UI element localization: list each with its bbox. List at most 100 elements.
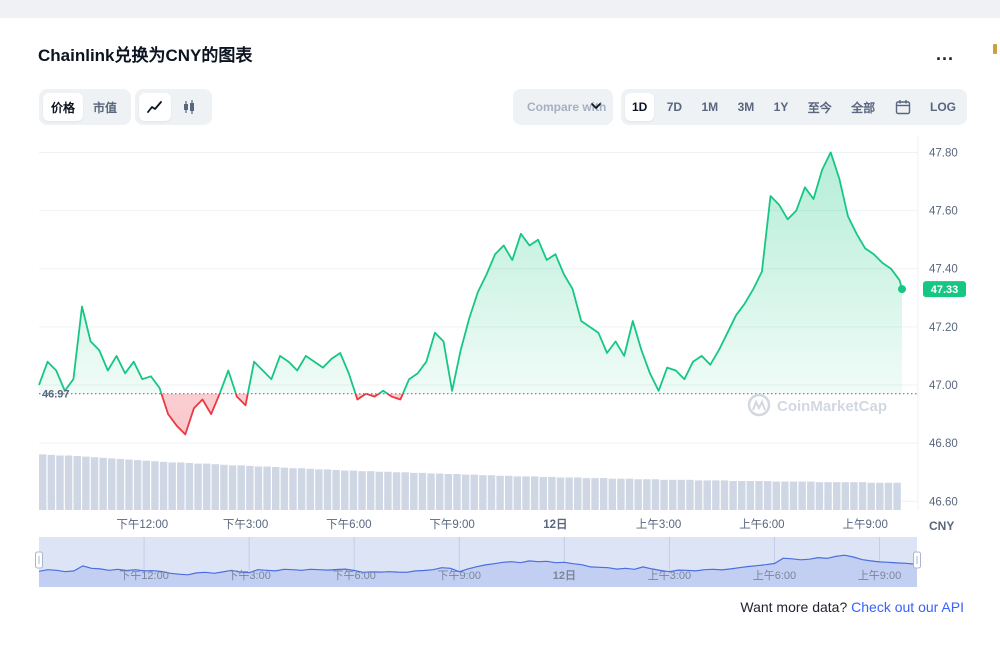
volume-bar [116, 458, 125, 510]
volume-bar [513, 476, 522, 510]
volume-bar [858, 482, 867, 510]
volume-bar [876, 482, 884, 510]
volume-bar [824, 482, 832, 510]
api-promo-text: Want more data? [740, 599, 848, 615]
x-tick-label: 上午6:00 [739, 518, 784, 531]
range-navigator[interactable]: 下午12:00 下午3:00 下午6:00 下午9:00 12日 上午3:00 上午6:00… [35, 537, 921, 587]
volume-bar [487, 475, 496, 510]
volume-bar [694, 480, 703, 510]
volume-bar [703, 480, 711, 510]
y-tick-label: 47.40 [929, 264, 958, 276]
volume-bar [375, 471, 383, 510]
volume-bar [418, 472, 427, 510]
volume-bar [884, 482, 893, 510]
navigator-tick-label: 上午3:00 [648, 569, 691, 582]
volume-bar [720, 480, 729, 510]
volume-bar [427, 473, 435, 510]
y-tick-label: 47.00 [929, 380, 958, 392]
volume-bar [677, 479, 686, 510]
price-chart[interactable]: 46.97 CoinMarketCap 47.80 47.60 47.40 47.20… [0, 0, 1000, 600]
volume-bar [729, 481, 737, 510]
volume-bar [643, 479, 651, 510]
volume-bar [850, 482, 858, 510]
last-price-dot [898, 285, 906, 294]
volume-bar [177, 462, 185, 510]
volume-bar [461, 474, 470, 510]
volume-bar [168, 462, 176, 510]
volume-bar [496, 475, 504, 510]
navigator-tick-label: 下午9:00 [438, 569, 481, 582]
volume-bar [323, 469, 332, 510]
volume-bar [272, 467, 280, 510]
volume-bar [617, 478, 625, 510]
current-price-tag: 47.33 [923, 281, 966, 298]
volume-bar [668, 479, 677, 510]
volume-bar [548, 476, 556, 510]
volume-bar [82, 456, 90, 510]
volume-bar [470, 474, 478, 510]
currency-unit-label: CNY [929, 519, 954, 533]
x-tick-label: 上午9:00 [842, 518, 887, 531]
volume-bar [90, 457, 99, 510]
volume-bar [789, 481, 798, 510]
open-price-label: 46.97 [42, 389, 70, 401]
volume-bar [237, 465, 245, 510]
volume-bar [254, 466, 263, 510]
volume-bar [738, 481, 746, 510]
volume-bar [125, 459, 133, 510]
volume-bar [530, 476, 539, 510]
x-tick-label: 12日 [543, 518, 567, 531]
y-tick-label: 46.60 [929, 496, 958, 508]
volume-bar [435, 473, 444, 510]
volume-bar [746, 481, 755, 510]
x-tick-label: 上午3:00 [636, 518, 681, 531]
volume-bar [297, 468, 306, 510]
volume-bar [453, 474, 461, 510]
volume-bar [202, 463, 211, 510]
price-area [39, 152, 902, 435]
volume-bar [341, 470, 349, 510]
volume-bar [634, 479, 642, 510]
volume-bar [565, 477, 573, 510]
price-area-above [39, 152, 902, 394]
navigator-tick-label: 下午6:00 [332, 569, 375, 582]
volume-bar [211, 464, 220, 510]
volume-bar [574, 477, 582, 510]
volume-bar [228, 465, 237, 510]
navigator-tick-label: 12日 [553, 569, 576, 582]
volume-bar [651, 479, 660, 510]
volume-bar [832, 482, 841, 510]
volume-bar [39, 454, 47, 510]
volume-bar [185, 463, 194, 510]
api-link[interactable]: Check out our API [851, 599, 964, 615]
api-promo: Want more data? Check out our API [0, 599, 964, 615]
x-axis: 下午12:00 下午3:00 下午6:00 下午9:00 12日 上午3:00 上午6:00… [116, 518, 887, 531]
volume-bar [401, 472, 409, 510]
navigator-tick-label: 下午12:00 [119, 569, 169, 582]
volume-bar [151, 461, 159, 510]
volume-bar [505, 475, 513, 510]
volume-bar [815, 482, 824, 510]
volume-bar [64, 455, 73, 510]
volume-bar [108, 458, 116, 510]
volume-bar [893, 482, 901, 510]
y-tick-label: 46.80 [929, 438, 958, 450]
volume-bar [841, 482, 850, 510]
volume-bar [194, 463, 202, 510]
navigator-tick-label: 下午3:00 [227, 569, 270, 582]
volume-bar [522, 476, 530, 510]
volume-bar [47, 454, 56, 510]
navigator-tick-label: 上午9:00 [858, 569, 901, 582]
volume-bar [280, 467, 289, 510]
volume-bar [807, 481, 815, 510]
x-tick-label: 下午6:00 [326, 518, 371, 531]
volume-bar [73, 456, 81, 510]
volume-bar [867, 482, 875, 510]
volume-bar [591, 478, 599, 510]
volume-bar [608, 478, 617, 510]
y-axis: 47.80 47.60 47.40 47.20 47.00 46.80 46.60 [929, 147, 958, 508]
volume-bar [133, 460, 142, 510]
volume-bar [384, 471, 392, 510]
volume-bar [625, 478, 634, 510]
volume-bar [332, 469, 340, 510]
